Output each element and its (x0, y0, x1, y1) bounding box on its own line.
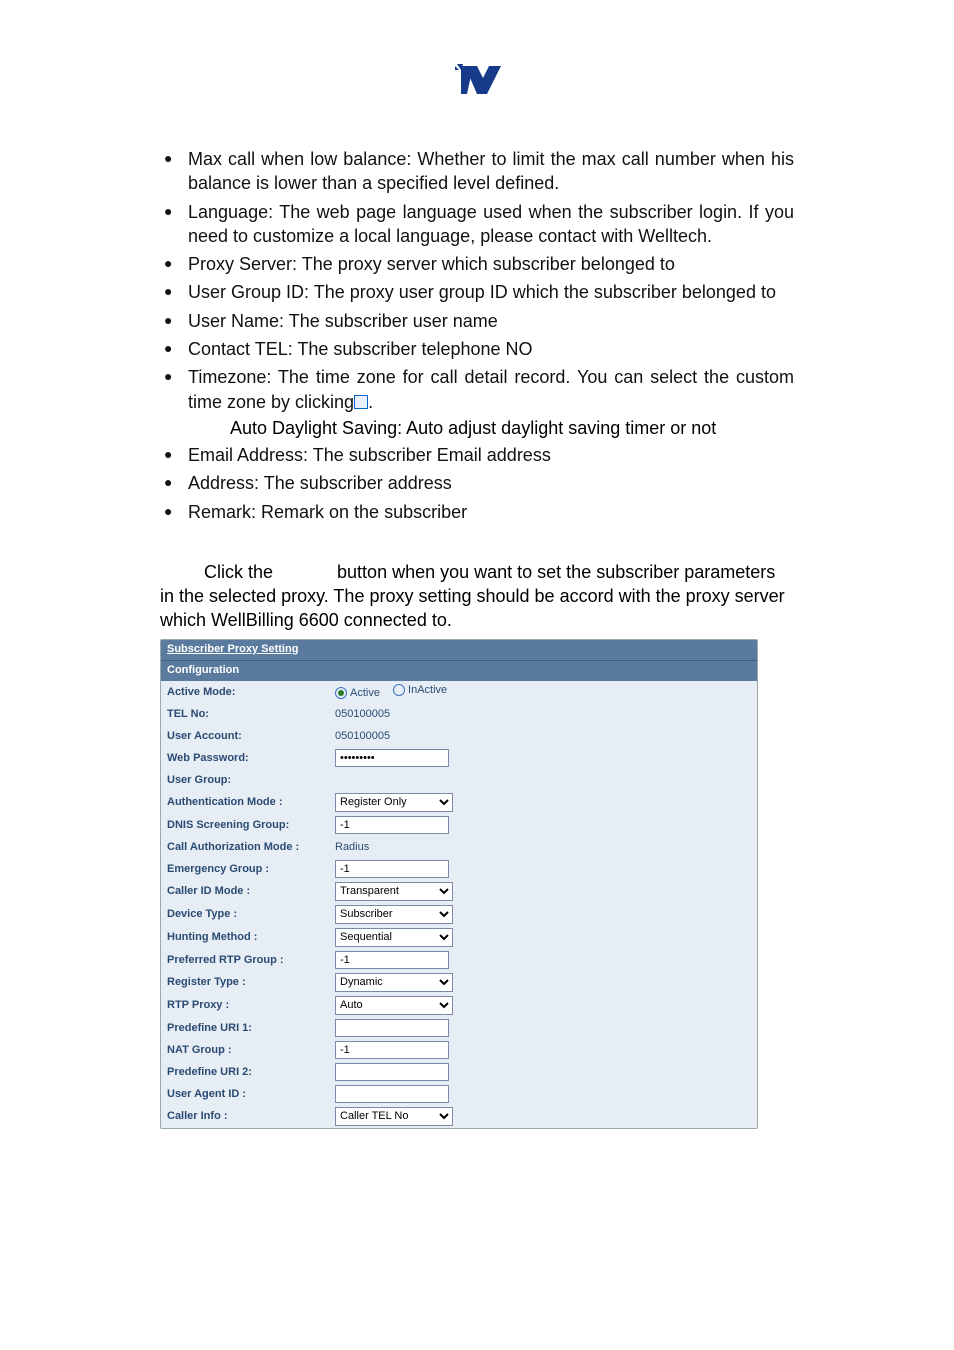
active-radio[interactable]: Active (335, 687, 380, 699)
radio-icon (393, 684, 405, 696)
list-item: Max call when low balance: Whether to li… (160, 147, 794, 196)
tel-no-label: TEL No: (167, 708, 335, 720)
list-item: User Name: The subscriber user name (160, 309, 794, 333)
list-item: Address: The subscriber address (160, 471, 794, 495)
active-radio-label: Active (350, 687, 380, 699)
inactive-radio[interactable]: InActive (393, 684, 447, 696)
predefine-uri2-input[interactable] (335, 1063, 449, 1081)
rtp-proxy-select[interactable]: Auto (335, 996, 453, 1015)
auth-mode-select[interactable]: Register Only (335, 793, 453, 812)
caller-info-select[interactable]: Caller TEL No (335, 1107, 453, 1126)
active-mode-label: Active Mode: (167, 686, 335, 698)
dnis-group-label: DNIS Screening Group: (167, 819, 335, 831)
proxy-paragraph: Click thebutton when you want to set the… (160, 560, 794, 633)
checkbox-icon (354, 395, 368, 409)
rtp-group-label: Preferred RTP Group : (167, 954, 335, 966)
list-item: Email Address: The subscriber Email addr… (160, 443, 794, 467)
rtp-group-input[interactable] (335, 951, 449, 969)
caller-id-mode-select[interactable]: Transparent (335, 882, 453, 901)
device-type-label: Device Type : (167, 908, 335, 920)
panel-title: Subscriber Proxy Setting (161, 640, 757, 660)
panel-section-header: Configuration (161, 660, 757, 681)
radio-icon (335, 687, 347, 699)
list-item: User Group ID: The proxy user group ID w… (160, 280, 794, 304)
predefine-uri1-label: Predefine URI 1: (167, 1022, 335, 1034)
device-type-select[interactable]: Subscriber (335, 905, 453, 924)
list-item-suffix: . (368, 392, 373, 412)
list-item: Language: The web page language used whe… (160, 200, 794, 249)
brand-logo (160, 60, 794, 107)
feature-list-2: Email Address: The subscriber Email addr… (160, 443, 794, 524)
inactive-radio-label: InActive (408, 684, 447, 696)
list-item-text: Timezone: The time zone for call detail … (188, 367, 794, 411)
predefine-uri2-label: Predefine URI 2: (167, 1066, 335, 1078)
auto-dst-note: Auto Daylight Saving: Auto adjust daylig… (160, 418, 794, 439)
user-agent-id-input[interactable] (335, 1085, 449, 1103)
user-group-label: User Group: (167, 774, 335, 786)
hunting-method-select[interactable]: Sequential (335, 928, 453, 947)
user-agent-id-label: User Agent ID : (167, 1088, 335, 1100)
list-item: Proxy Server: The proxy server which sub… (160, 252, 794, 276)
caller-info-label: Caller Info : (167, 1110, 335, 1122)
emergency-group-input[interactable] (335, 860, 449, 878)
predefine-uri1-input[interactable] (335, 1019, 449, 1037)
hunting-method-label: Hunting Method : (167, 931, 335, 943)
list-item: Remark: Remark on the subscriber (160, 500, 794, 524)
user-account-label: User Account: (167, 730, 335, 742)
nat-group-label: NAT Group : (167, 1044, 335, 1056)
rtp-proxy-label: RTP Proxy : (167, 999, 335, 1011)
list-item: Timezone: The time zone for call detail … (160, 365, 794, 414)
tel-no-value: 050100005 (335, 708, 390, 720)
call-auth-mode-label: Call Authorization Mode : (167, 841, 335, 853)
list-item: Contact TEL: The subscriber telephone NO (160, 337, 794, 361)
register-type-label: Register Type : (167, 976, 335, 988)
web-password-label: Web Password: (167, 752, 335, 764)
caller-id-mode-label: Caller ID Mode : (167, 885, 335, 897)
dnis-group-input[interactable] (335, 816, 449, 834)
web-password-input[interactable] (335, 749, 449, 767)
subscriber-proxy-panel: Subscriber Proxy Setting Configuration A… (160, 639, 758, 1129)
call-auth-mode-value: Radius (335, 841, 369, 853)
emergency-group-label: Emergency Group : (167, 863, 335, 875)
user-account-value: 050100005 (335, 730, 390, 742)
para-prefix: Click the (204, 562, 273, 582)
feature-list: Max call when low balance: Whether to li… (160, 147, 794, 414)
register-type-select[interactable]: Dynamic (335, 973, 453, 992)
nat-group-input[interactable] (335, 1041, 449, 1059)
auth-mode-label: Authentication Mode : (167, 796, 335, 808)
